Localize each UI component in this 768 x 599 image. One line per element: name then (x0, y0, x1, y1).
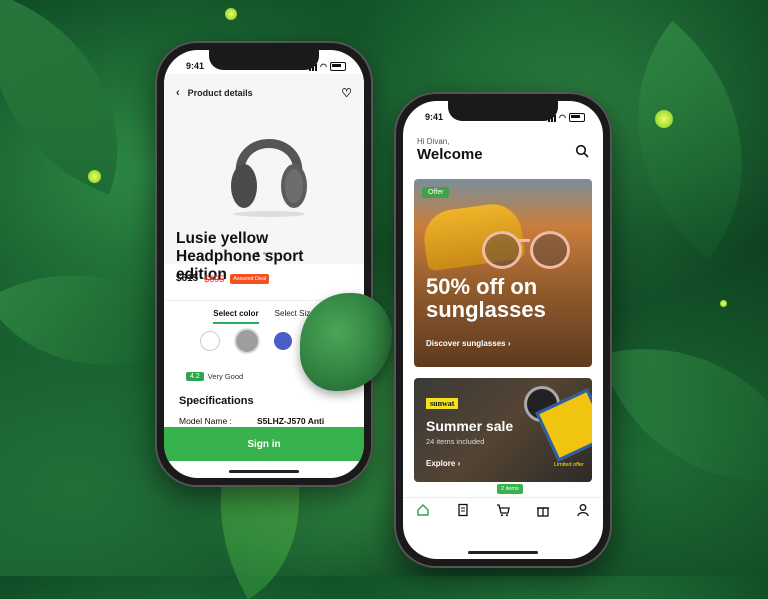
back-arrow-icon[interactable]: ‹ (176, 87, 180, 99)
bg-dot (655, 110, 673, 128)
bottom-tab-bar (403, 497, 603, 522)
document-icon[interactable] (456, 503, 470, 517)
home-indicator (468, 551, 538, 554)
sunglasses-offer-card[interactable]: Offer 50% off on sunglasses Discover sun… (414, 179, 592, 367)
summer-sale-card[interactable]: sunwat Summer sale 24 items included Exp… (414, 378, 592, 482)
tab-select-color[interactable]: Select color (213, 309, 259, 324)
page-title: Product details (187, 88, 253, 98)
notch (448, 101, 558, 121)
assured-deal-badge: Assured Deal (230, 273, 270, 284)
wifi-icon: ◠ (559, 112, 566, 122)
cart-count-badge: 2 items (497, 484, 523, 494)
sale-subtitle: 24 items included (426, 437, 485, 446)
specifications-title: Specifications (179, 395, 254, 407)
brand-label: sunwat (426, 398, 459, 409)
rating-score: 4.2 (186, 372, 204, 381)
bg-leaf (600, 310, 768, 520)
sunglasses-image (530, 231, 570, 269)
gift-icon[interactable] (536, 503, 550, 517)
notch (209, 50, 319, 70)
limited-offer-tag: Limited offer (553, 462, 584, 468)
product-header: ‹ Product details ♡ (176, 86, 352, 100)
price: $615 (176, 273, 199, 284)
swatch-grey[interactable] (234, 328, 260, 354)
sign-in-button[interactable]: Sign in (164, 427, 364, 461)
phone-product-details: 9:41 ◠ ‹ Product details ♡ Lusie yellow … (155, 41, 373, 487)
status-time: 9:41 (425, 112, 444, 122)
sunglasses-image (482, 231, 522, 269)
spec-row: Model Name : S5LHZ-J570 Anti (179, 416, 354, 426)
sale-title: Summer sale (426, 418, 514, 434)
bg-dot (225, 8, 237, 20)
explore-link[interactable]: Explore › (426, 459, 460, 468)
old-price: $895 (204, 273, 225, 284)
rating: 4.2 Very Good (186, 372, 243, 381)
swatch-blue[interactable] (274, 332, 292, 350)
spec-value: S5LHZ-J570 Anti (257, 416, 325, 426)
phone-home: 9:41 ◠ Hi Divan, Welcome Offer 50% off o… (394, 92, 612, 568)
rating-label: Very Good (207, 372, 244, 381)
greeting: Hi Divan, (417, 137, 450, 146)
swatch-white[interactable] (200, 331, 220, 351)
heart-icon[interactable]: ♡ (341, 86, 352, 100)
cart-icon[interactable] (496, 503, 510, 517)
offer-title: 50% off on sunglasses (426, 274, 546, 322)
home-icon[interactable] (416, 503, 430, 517)
wifi-icon: ◠ (320, 61, 327, 71)
battery-icon (569, 112, 585, 122)
spec-key: Model Name : (179, 416, 232, 426)
sunglasses-image (516, 239, 530, 242)
bg-leaf (0, 0, 161, 195)
home-indicator (229, 470, 299, 473)
status-time: 9:41 (186, 61, 205, 71)
battery-icon (330, 61, 346, 71)
search-icon[interactable] (575, 144, 589, 158)
headphone-image (231, 139, 307, 217)
price-row: $615 $895 Assured Deal (176, 273, 270, 284)
offer-tag: Offer (422, 187, 450, 198)
profile-icon[interactable] (576, 503, 590, 517)
bg-dot (720, 300, 727, 307)
discover-sunglasses-link[interactable]: Discover sunglasses › (426, 339, 510, 348)
bg-dot (88, 170, 101, 183)
page-title: Welcome (417, 146, 483, 163)
foreground-leaf (300, 293, 392, 391)
product-screen: 9:41 ◠ ‹ Product details ♡ Lusie yellow … (164, 50, 364, 478)
home-screen: 9:41 ◠ Hi Divan, Welcome Offer 50% off o… (403, 101, 603, 559)
